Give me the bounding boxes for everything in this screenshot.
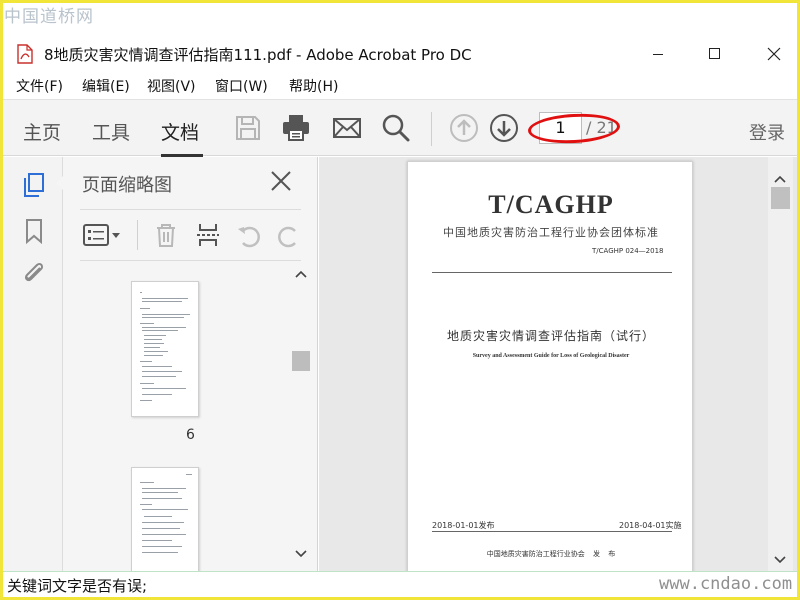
title-bar: 8地质灾害灾情调查评估指南111.pdf - Adobe Acrobat Pro… (3, 38, 797, 70)
page-thumbnail[interactable] (131, 467, 199, 571)
email-icon[interactable] (331, 112, 363, 144)
menu-help[interactable]: 帮助(H) (289, 76, 338, 96)
effective-date: 2018-04-01实施 (619, 521, 682, 530)
thumbnail-panel: 页面缩略图 6 (56, 157, 318, 571)
watermark-bottom: www.cndao.com (659, 574, 793, 594)
maximize-button[interactable] (703, 42, 727, 66)
standard-code: T/CAGHP 024—2018 (592, 247, 664, 255)
minimize-icon (653, 54, 663, 55)
document-scrollbar[interactable] (768, 157, 793, 571)
bookmark-icon[interactable] (20, 217, 48, 245)
search-icon[interactable] (380, 112, 412, 144)
navigation-rail (3, 157, 63, 571)
thumbnail-toolbar (80, 209, 301, 261)
menu-edit[interactable]: 编辑(E) (82, 76, 130, 96)
bottom-caption-strip: 关键词文字是否有误; www.cndao.com (3, 571, 797, 597)
standard-logo: T/CAGHP (488, 190, 614, 219)
save-icon[interactable] (232, 112, 264, 144)
thumbnail-preview (140, 292, 190, 401)
panel-title: 页面缩略图 (82, 175, 172, 196)
thumbnail-page-number: 6 (186, 427, 195, 443)
rotate-right-icon[interactable] (275, 221, 303, 249)
menu-window[interactable]: 窗口(W) (215, 76, 268, 96)
panel-pointer (56, 176, 63, 190)
menu-bar: 文件(F) 编辑(E) 视图(V) 窗口(W) 帮助(H) (3, 74, 797, 96)
extract-pages-icon[interactable] (194, 221, 222, 249)
window-title: 8地质灾害灾情调查评估指南111.pdf - Adobe Acrobat Pro… (44, 46, 472, 64)
pdf-file-icon (17, 44, 33, 64)
thumbnail-preview (140, 474, 192, 553)
delete-page-icon[interactable] (152, 221, 180, 249)
standard-org: 中国地质灾害防治工程行业协会团体标准 (443, 226, 659, 239)
page-thumbnails-icon[interactable] (20, 171, 48, 199)
login-button[interactable]: 登录 (749, 119, 785, 145)
header-rule (432, 272, 672, 273)
rotate-left-icon[interactable] (235, 221, 263, 249)
minimize-button[interactable] (646, 42, 670, 66)
close-panel-icon[interactable] (269, 169, 293, 193)
next-page-icon[interactable] (488, 112, 520, 144)
main-toolbar: 主页 工具 文档 1 / 21 登录 (3, 99, 797, 157)
footer-rule (432, 531, 672, 532)
document-view[interactable]: T/CAGHP 中国地质灾害防治工程行业协会团体标准 T/CAGHP 024—2… (319, 157, 797, 571)
attachment-icon[interactable] (20, 259, 48, 287)
options-menu-icon[interactable] (82, 221, 122, 249)
document-title: 地质灾害灾情调查评估指南（试行） (446, 329, 655, 343)
toolbar-separator (431, 112, 432, 146)
thumbnail-list: 6 (80, 263, 301, 571)
previous-page-icon[interactable] (448, 112, 480, 144)
printer-icon[interactable] (280, 112, 312, 144)
thumbnail-scrollbar[interactable] (292, 267, 310, 567)
menu-view[interactable]: 视图(V) (147, 76, 196, 96)
tab-tools[interactable]: 工具 (92, 118, 130, 145)
publisher: 中国地质灾害防治工程行业协会 发 布 (486, 550, 616, 558)
watermark-top: 中国道桥网 (4, 7, 94, 27)
tab-document[interactable]: 文档 (161, 118, 199, 145)
close-window-button[interactable] (762, 42, 786, 66)
pdf-page: T/CAGHP 中国地质灾害防治工程行业协会团体标准 T/CAGHP 024—2… (407, 161, 693, 571)
document-subtitle: Survey and Assessment Guide for Loss of … (472, 353, 630, 359)
menu-file[interactable]: 文件(F) (16, 76, 63, 96)
page-thumbnail[interactable] (131, 281, 199, 417)
caption-text: 关键词文字是否有误; (7, 577, 148, 595)
close-icon (767, 47, 781, 61)
tab-home[interactable]: 主页 (23, 118, 61, 145)
tools-separator (137, 220, 138, 250)
maximize-icon (709, 48, 720, 59)
issue-date: 2018-01-01发布 (432, 521, 495, 530)
